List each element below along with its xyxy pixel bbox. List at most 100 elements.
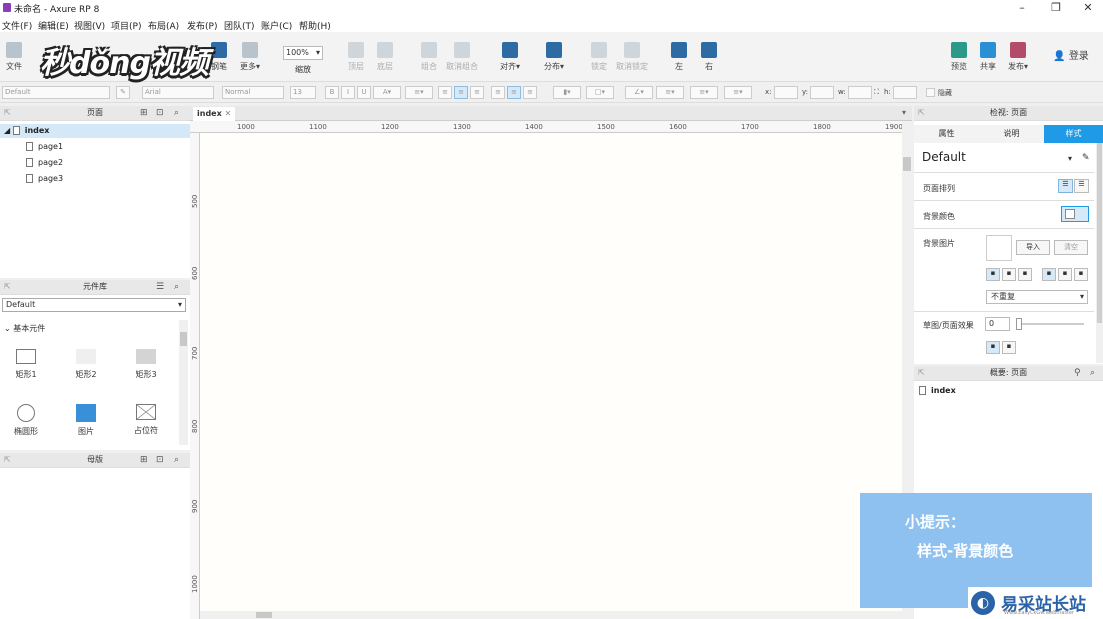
- maximize-button[interactable]: ❐: [1039, 0, 1073, 16]
- right-button[interactable]: 右: [697, 42, 721, 72]
- library-scrollbar[interactable]: [179, 320, 188, 445]
- style-select[interactable]: Default: [2, 86, 110, 99]
- library-select[interactable]: Default ▾: [2, 298, 186, 312]
- tab-properties[interactable]: 属性: [914, 125, 979, 143]
- distribute-button[interactable]: 分布▾: [540, 42, 568, 72]
- line-width-button[interactable]: ≡▾: [656, 86, 684, 99]
- style-edit-icon[interactable]: ✎: [116, 86, 130, 99]
- add-page-icon[interactable]: ⊞: [140, 106, 148, 120]
- search-icon[interactable]: ⌕: [174, 106, 179, 120]
- align-middle-button[interactable]: ≡: [507, 86, 521, 99]
- align-bottom-button[interactable]: ≡: [523, 86, 537, 99]
- hide-checkbox[interactable]: [926, 88, 935, 97]
- line-style-button[interactable]: ≡▾: [690, 86, 718, 99]
- widget-image[interactable]: 图片: [66, 404, 106, 437]
- shadow-button[interactable]: □▾: [586, 86, 614, 99]
- pin-icon[interactable]: ⇱: [918, 366, 925, 380]
- menu-icon[interactable]: ☰: [156, 280, 164, 294]
- bring-top-button[interactable]: 顶层: [343, 42, 369, 72]
- pin-icon[interactable]: ⇱: [4, 280, 11, 294]
- lock-ratio-icon[interactable]: ⛶: [874, 88, 879, 97]
- page-align-center-button[interactable]: ☰: [1074, 179, 1089, 193]
- section-basic-widgets[interactable]: ⌄ 基本元件: [4, 323, 45, 334]
- menu-view[interactable]: 视图(V): [74, 19, 105, 32]
- widget-ellipse[interactable]: 椭圆形: [6, 404, 46, 437]
- add-master-icon[interactable]: ⊞: [140, 453, 148, 467]
- file-button[interactable]: 文件: [4, 42, 24, 72]
- sketch-gray-button[interactable]: ▪: [1002, 341, 1016, 354]
- close-icon[interactable]: ✕: [225, 109, 232, 118]
- add-folder-icon[interactable]: ⊡: [156, 453, 164, 467]
- pin-icon[interactable]: ⇱: [4, 453, 11, 467]
- tab-menu-icon[interactable]: ▾: [902, 108, 906, 117]
- bg-valign-middle-button[interactable]: ▪: [1058, 268, 1072, 281]
- bg-valign-bottom-button[interactable]: ▪: [1074, 268, 1088, 281]
- menu-layout[interactable]: 布局(A): [148, 19, 179, 32]
- bg-align-center-button[interactable]: ▪: [1002, 268, 1016, 281]
- italic-button[interactable]: I: [341, 86, 355, 99]
- style-dropdown-icon[interactable]: ▾: [1068, 154, 1072, 163]
- tab-index[interactable]: index ✕: [193, 107, 235, 121]
- unlock-button[interactable]: 取消锁定: [614, 42, 650, 72]
- zoom-select[interactable]: 100% ▾: [283, 46, 323, 60]
- more-button[interactable]: 更多▾: [235, 42, 265, 72]
- widget-placeholder[interactable]: 占位符: [126, 404, 166, 436]
- pen-button[interactable]: 钢笔: [205, 42, 233, 72]
- page-item-index[interactable]: ◢ index: [0, 124, 190, 138]
- align-center-button[interactable]: ≡: [454, 86, 468, 99]
- bg-align-left-button[interactable]: ▪: [986, 268, 1000, 281]
- search-icon[interactable]: ⌕: [174, 453, 179, 467]
- page-item-page3[interactable]: page3: [26, 174, 63, 183]
- align-top-button[interactable]: ≡: [491, 86, 505, 99]
- close-button[interactable]: ✕: [1071, 0, 1103, 16]
- pin-icon[interactable]: ⇱: [918, 106, 925, 120]
- tab-style[interactable]: 样式: [1044, 125, 1103, 143]
- menu-team[interactable]: 团队(T): [224, 19, 255, 32]
- group-button[interactable]: 组合: [416, 42, 442, 72]
- page-align-left-button[interactable]: ☰: [1058, 179, 1073, 193]
- font-select[interactable]: Arial: [142, 86, 214, 99]
- bold-button[interactable]: B: [325, 86, 339, 99]
- pin-icon[interactable]: ⇱: [4, 106, 11, 120]
- sketch-value-input[interactable]: 0: [985, 317, 1010, 331]
- y-input[interactable]: [810, 86, 834, 99]
- sketch-slider[interactable]: [1016, 318, 1084, 330]
- arrow-style-button[interactable]: ≡▾: [724, 86, 752, 99]
- x-input[interactable]: [774, 86, 798, 99]
- menu-edit[interactable]: 编辑(E): [38, 19, 69, 32]
- menu-file[interactable]: 文件(F): [2, 19, 32, 32]
- widget-rectangle1[interactable]: 矩形1: [6, 349, 46, 380]
- menu-project[interactable]: 项目(P): [111, 19, 141, 32]
- canvas-h-scrollbar[interactable]: [200, 611, 902, 619]
- font-size-select[interactable]: 13: [290, 86, 316, 99]
- share-button[interactable]: 共享: [976, 42, 1000, 72]
- inspector-scrollbar[interactable]: [1096, 143, 1103, 363]
- publish-button[interactable]: 发布▾: [1004, 42, 1032, 72]
- bg-color-picker[interactable]: [1061, 206, 1089, 222]
- tab-notes[interactable]: 说明: [979, 125, 1044, 143]
- line-color-button[interactable]: ∠▾: [625, 86, 653, 99]
- style-manage-icon[interactable]: ✎: [1082, 153, 1090, 163]
- add-folder-icon[interactable]: ⊡: [156, 106, 164, 120]
- clear-button[interactable]: 清空: [1054, 240, 1088, 255]
- repeat-select[interactable]: 不重复 ▾: [986, 290, 1088, 304]
- h-input[interactable]: [893, 86, 917, 99]
- w-input[interactable]: [848, 86, 872, 99]
- widget-rectangle3[interactable]: 矩形3: [126, 349, 166, 380]
- menu-publish[interactable]: 发布(P): [187, 19, 217, 32]
- text-color-button[interactable]: A▾: [373, 86, 401, 99]
- sketch-color-button[interactable]: ▪: [986, 341, 1000, 354]
- filter-icon[interactable]: ⚲: [1074, 366, 1081, 380]
- fill-color-button[interactable]: ▮▾: [553, 86, 581, 99]
- menu-help[interactable]: 帮助(H): [299, 19, 331, 32]
- underline-button[interactable]: U: [357, 86, 371, 99]
- list-button[interactable]: ≡▾: [405, 86, 433, 99]
- lock-button[interactable]: 锁定: [586, 42, 612, 72]
- page-item-page2[interactable]: page2: [26, 158, 63, 167]
- align-left-button[interactable]: ≡: [438, 86, 452, 99]
- align-button[interactable]: 对齐▾: [496, 42, 524, 72]
- minimize-button[interactable]: –: [1005, 0, 1039, 16]
- import-button[interactable]: 导入: [1016, 240, 1050, 255]
- preview-button[interactable]: 预览: [947, 42, 971, 72]
- bg-valign-top-button[interactable]: ▪: [1042, 268, 1056, 281]
